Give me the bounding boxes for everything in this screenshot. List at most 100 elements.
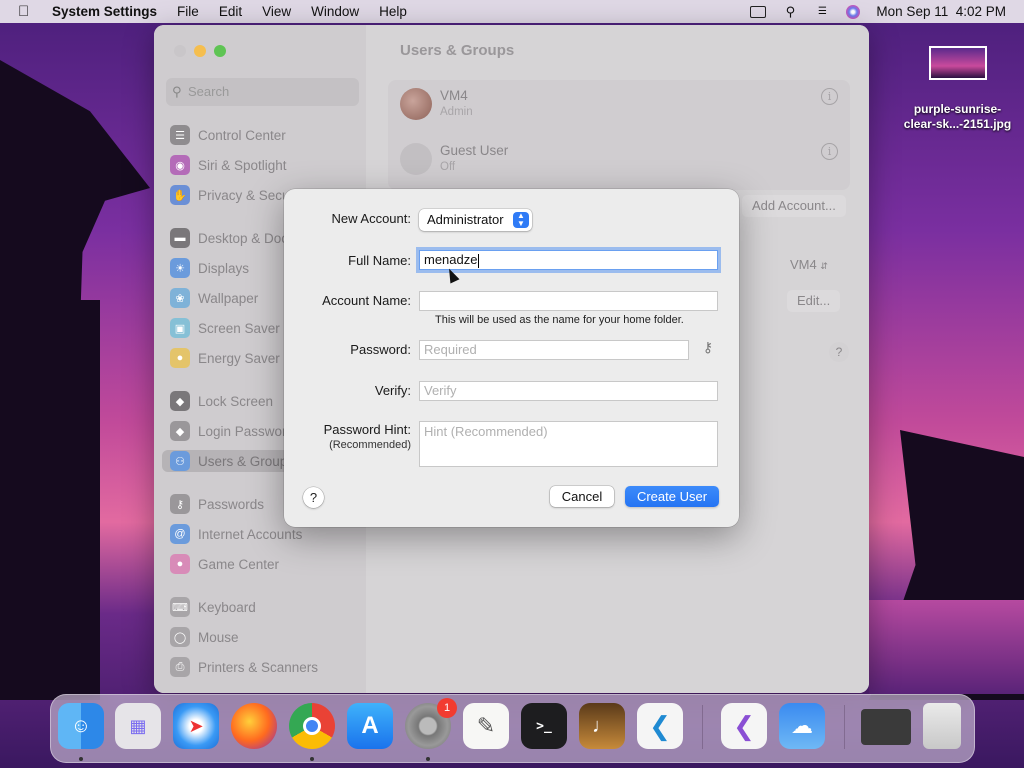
notification-badge: 1 <box>437 698 457 718</box>
desktop-file[interactable]: purple-sunrise- clear-sk...-2151.jpg <box>895 46 1020 132</box>
sidebar-item-keyboard[interactable]: ⌨ Keyboard <box>170 596 256 618</box>
app-store-icon[interactable]: A <box>347 703 393 749</box>
menu-edit[interactable]: Edit <box>219 4 242 19</box>
sun-icon: ☀ <box>170 258 190 278</box>
vscode-icon[interactable]: ❮ <box>637 703 683 749</box>
chevron-updown-icon: ⇵ <box>820 261 828 271</box>
menu-clock[interactable]: Mon Sep 11 4:02 PM <box>876 4 1006 19</box>
sidebar-item-internet-accounts[interactable]: @ Internet Accounts <box>170 523 302 545</box>
password-hint-field[interactable]: Hint (Recommended) <box>419 421 718 467</box>
visual-studio-icon[interactable]: ❮ <box>721 703 767 749</box>
sidebar-item-label: Passwords <box>198 496 265 512</box>
search-icon: ⚲ <box>172 84 182 99</box>
add-account-button[interactable]: Add Account... <box>742 195 846 217</box>
sidebar-item-label: Keyboard <box>198 599 256 615</box>
sidebar-item-desktop-dock[interactable]: ▬ Desktop & Dock <box>170 227 295 249</box>
apple-menu-icon[interactable]:  <box>18 3 36 20</box>
verify-field[interactable]: Verify <box>419 381 718 401</box>
help-button[interactable]: ? <box>303 487 324 508</box>
close-button[interactable] <box>174 45 186 57</box>
edit-button[interactable]: Edit... <box>787 290 841 312</box>
sidebar-item-game-center[interactable]: ● Game Center <box>170 553 279 575</box>
account-name-label: Account Name: <box>322 293 411 308</box>
screenshot-thumbnail-icon[interactable] <box>861 709 911 745</box>
user-row-vm4[interactable]: VM4 Admin <box>400 86 473 122</box>
account-name-help: This will be used as the name for your h… <box>435 314 684 326</box>
sidebar-item-energy-saver[interactable]: ● Energy Saver <box>170 347 280 369</box>
create-user-button[interactable]: Create User <box>625 486 719 507</box>
sidebar-item-printers-scanners[interactable]: ⎙ Printers & Scanners <box>170 656 318 678</box>
spotlight-search-icon[interactable]: ⚲ <box>782 4 798 19</box>
account-name-field[interactable] <box>419 291 718 311</box>
screen-mirroring-icon[interactable] <box>750 5 767 18</box>
user-row-guest[interactable]: Guest User Off <box>400 141 508 177</box>
text-caret <box>478 253 480 268</box>
siri-icon[interactable] <box>846 4 861 19</box>
sidebar-item-label: Login Password <box>198 423 295 439</box>
key-icon[interactable]: ⚷ <box>701 339 715 357</box>
search-placeholder: Search <box>188 84 230 99</box>
sidebar-item-passwords[interactable]: ⚷ Passwords <box>170 493 264 515</box>
window-title: Users & Groups <box>400 42 515 59</box>
sidebar-item-label: Siri & Spotlight <box>198 157 287 173</box>
menu-view[interactable]: View <box>262 4 291 19</box>
full-name-value: menadze <box>424 252 478 267</box>
menu-help[interactable]: Help <box>379 4 407 19</box>
sidebar-item-displays[interactable]: ☀ Displays <box>170 257 249 279</box>
hand-icon: ✋ <box>170 185 190 205</box>
sidebar-item-label: Control Center <box>198 127 286 143</box>
info-icon[interactable]: i <box>821 143 838 160</box>
chrome-icon[interactable] <box>289 703 335 749</box>
search-field[interactable]: ⚲ Search <box>166 78 359 106</box>
auto-login-value: VM4 <box>790 257 817 272</box>
sidebar-item-mouse[interactable]: ◯ Mouse <box>170 626 239 648</box>
minimize-button[interactable] <box>194 45 206 57</box>
control-center-icon[interactable]: ☰ <box>814 5 830 19</box>
user-role: Off <box>440 161 456 173</box>
running-indicator <box>79 757 83 761</box>
sidebar-item-wallpaper[interactable]: ❀ Wallpaper <box>170 287 258 309</box>
info-icon[interactable]: i <box>821 88 838 105</box>
auto-login-popup[interactable]: VM4 ⇵ <box>780 254 838 276</box>
sidebar-item-label: Printers & Scanners <box>198 659 319 675</box>
instruments-icon[interactable]: ♩ <box>579 703 625 749</box>
sidebar-item-screen-saver[interactable]: ▣ Screen Saver <box>170 317 280 339</box>
sidebar-item-label: Lock Screen <box>198 393 274 409</box>
bulb-icon: ● <box>170 348 190 368</box>
system-settings-icon[interactable]: 1 <box>405 698 457 749</box>
lock-icon: ◆ <box>170 391 190 411</box>
menu-file[interactable]: File <box>177 4 199 19</box>
menu-window[interactable]: Window <box>311 4 359 19</box>
sidebar-item-label: Mouse <box>198 629 239 645</box>
dock: ☺ ▦ ➤ A 1 ✎ >_ ♩ ❮ ❮ ☁ <box>50 694 975 763</box>
menu-app-name[interactable]: System Settings <box>52 4 157 19</box>
firefox-icon[interactable] <box>231 703 277 749</box>
sidebar-item-login-password[interactable]: ◆ Login Password <box>170 420 294 442</box>
user-name: Guest User <box>440 143 509 158</box>
sidebar-item-lock-screen[interactable]: ◆ Lock Screen <box>170 390 273 412</box>
password-field[interactable]: Required <box>419 340 689 360</box>
full-name-field[interactable]: menadze <box>419 250 718 270</box>
guest-avatar <box>400 143 432 175</box>
lock-icon: ◆ <box>170 421 190 441</box>
help-button[interactable]: ? <box>829 342 849 362</box>
cancel-button[interactable]: Cancel <box>550 486 614 507</box>
zoom-button[interactable] <box>214 45 226 57</box>
password-hint-sublabel: (Recommended) <box>329 439 411 451</box>
weather-icon[interactable]: ☁ <box>779 703 825 749</box>
sidebar-item-siri-spotlight[interactable]: ◉ Siri & Spotlight <box>170 154 287 176</box>
textedit-icon[interactable]: ✎ <box>463 703 509 749</box>
safari-icon[interactable]: ➤ <box>173 703 219 749</box>
printer-icon: ⎙ <box>170 657 190 677</box>
dock-separator <box>844 705 845 749</box>
sea <box>869 600 1024 694</box>
account-type-popup[interactable]: Administrator ▲ ▼ <box>419 209 532 231</box>
launchpad-icon[interactable]: ▦ <box>115 703 161 749</box>
finder-icon[interactable]: ☺ <box>58 703 104 749</box>
new-account-label: New Account: <box>331 211 412 226</box>
full-name-label: Full Name: <box>348 253 411 268</box>
terminal-icon[interactable]: >_ <box>521 703 567 749</box>
trash-icon[interactable] <box>923 703 961 749</box>
user-avatar <box>400 88 432 120</box>
sidebar-item-control-center[interactable]: ☰ Control Center <box>170 124 286 146</box>
